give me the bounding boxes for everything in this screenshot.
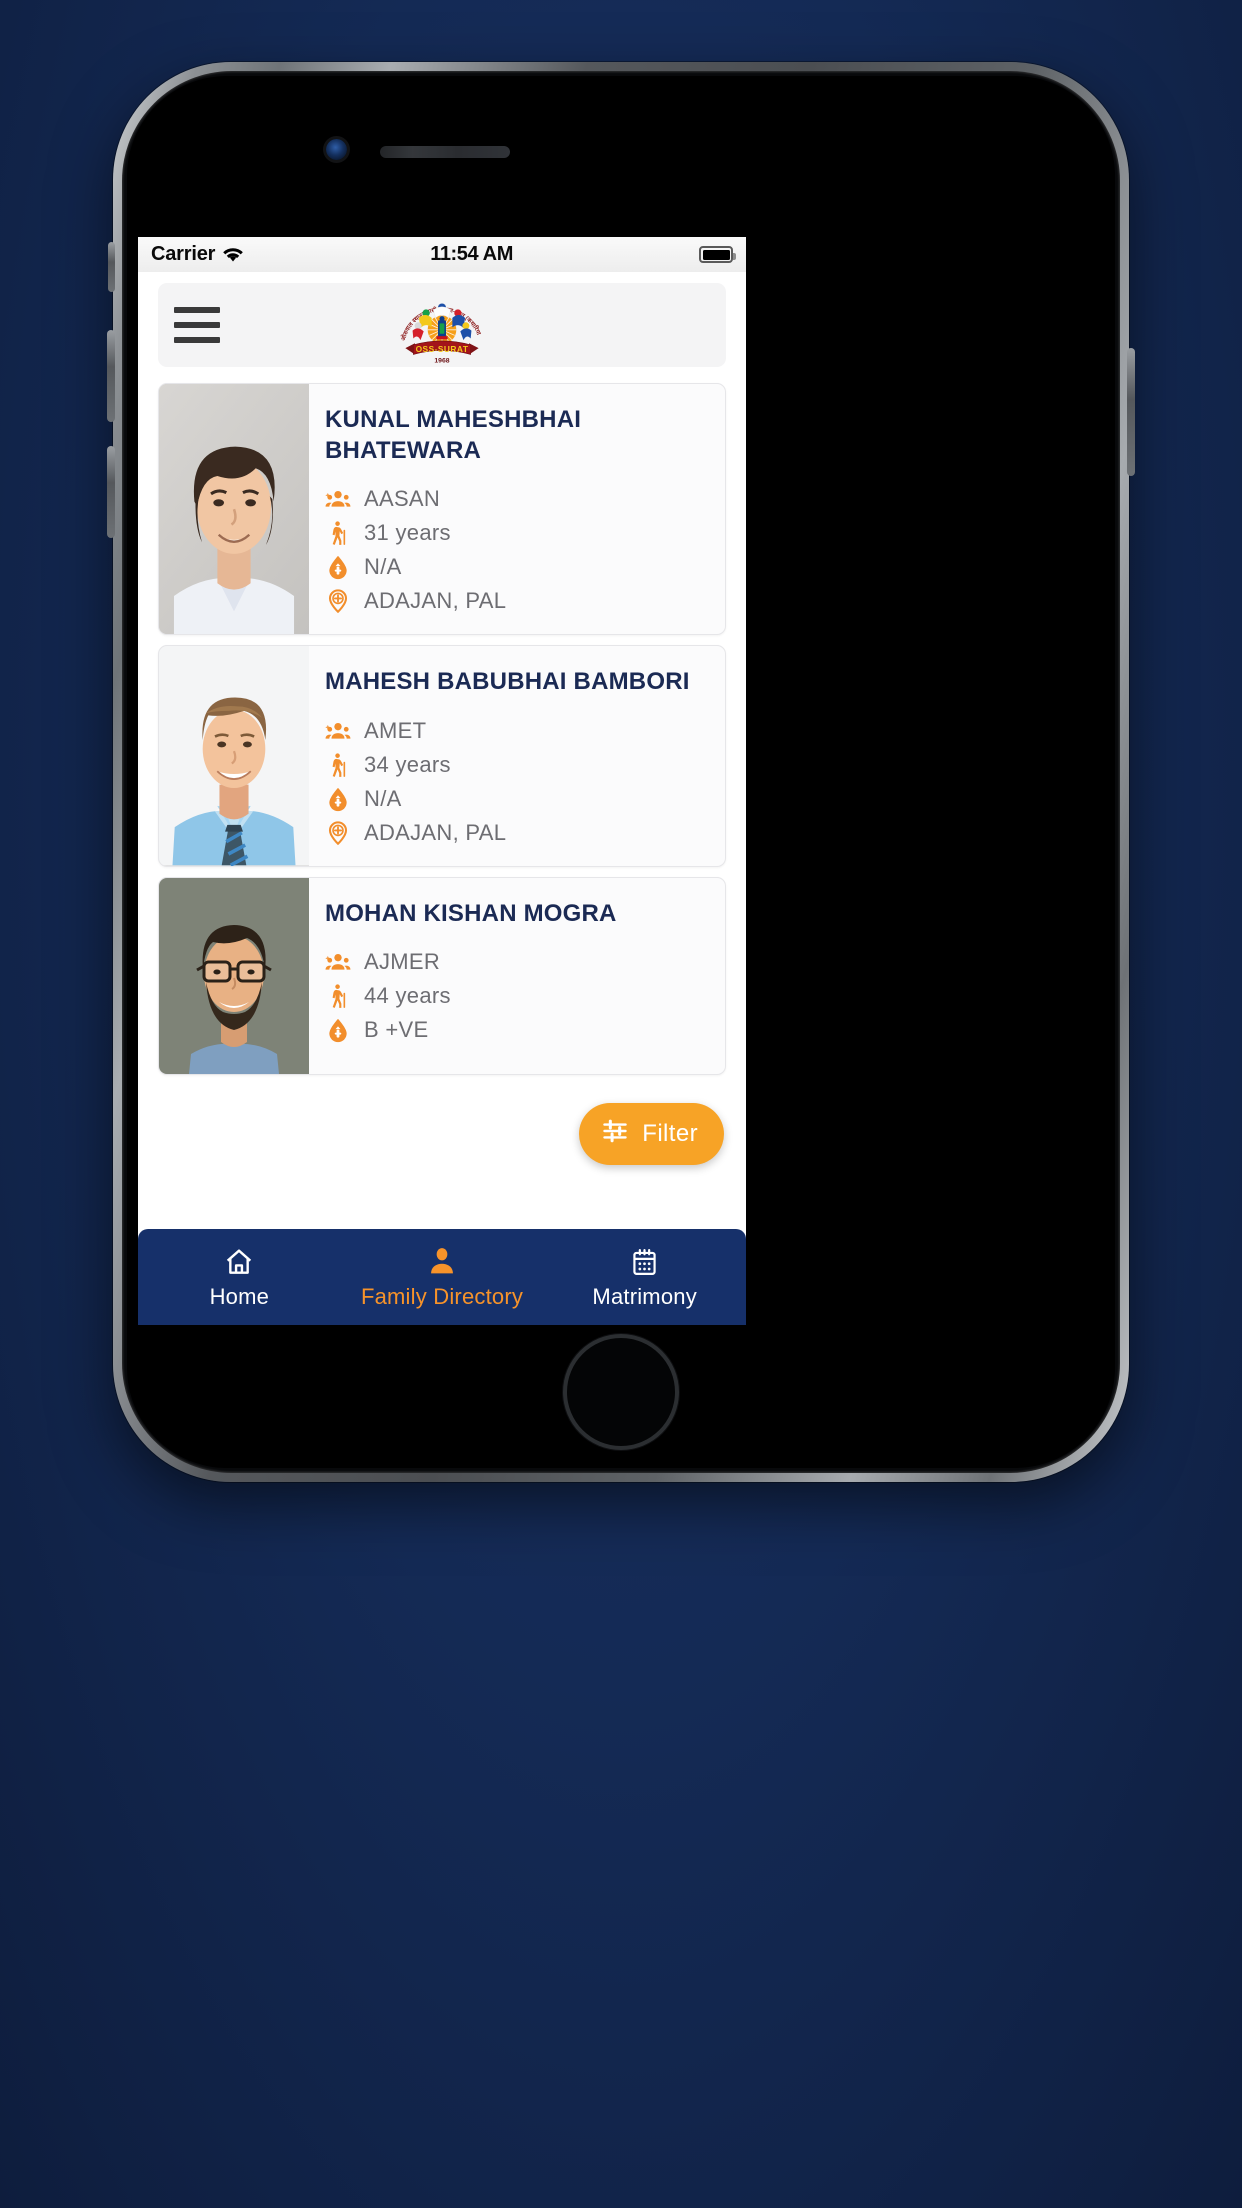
table-row[interactable]: MOHAN KISHAN MOGRA AJMER 44 years B +VE xyxy=(158,876,726,1075)
card-details: MOHAN KISHAN MOGRA AJMER 44 years B +VE xyxy=(309,878,725,1074)
status-bar-left: Carrier xyxy=(151,243,244,266)
attribute-label: AMET xyxy=(364,717,427,743)
earpiece-speaker xyxy=(380,146,510,158)
person-name: MOHAN KISHAN MOGRA xyxy=(325,899,617,927)
elderly-person-icon xyxy=(325,752,351,778)
attribute-label: N/A xyxy=(364,785,402,811)
elderly-person-icon xyxy=(325,520,351,546)
attribute-age: 31 years xyxy=(325,520,711,546)
home-button[interactable] xyxy=(563,1334,679,1450)
group-people-icon xyxy=(325,949,351,975)
location-pin-icon xyxy=(325,820,351,846)
power-button[interactable] xyxy=(1127,348,1135,476)
person-name: MAHESH BABUBHAI BAMBORI xyxy=(325,668,690,696)
table-row[interactable]: MAHESH BABUBHAI BAMBORI AMET 34 years N/… xyxy=(158,645,726,867)
nav-label: Matrimony xyxy=(592,1284,697,1309)
filter-button-label: Filter xyxy=(642,1120,698,1147)
person-icon xyxy=(426,1244,458,1278)
nav-item-family-directory[interactable]: Family Directory xyxy=(341,1244,544,1310)
blood-drop-icon xyxy=(325,1017,351,1043)
attribute-label: N/A xyxy=(364,554,402,580)
filter-button[interactable]: Filter xyxy=(579,1103,724,1165)
hamburger-menu-icon[interactable] xyxy=(174,307,220,343)
group-people-icon xyxy=(325,486,351,512)
nav-label: Family Directory xyxy=(360,1284,524,1309)
nav-item-matrimony[interactable]: Matrimony xyxy=(543,1244,746,1310)
nav-item-home[interactable]: Home xyxy=(138,1244,341,1310)
person-name: KUNAL MAHESHBHAI BHATEWARA xyxy=(325,406,582,465)
avatar xyxy=(159,384,309,635)
wifi-icon xyxy=(222,246,244,263)
attribute-blood-group: B +VE xyxy=(325,1017,711,1043)
attribute-blood-group: N/A xyxy=(325,786,711,812)
attribute-location: ADAJAN, PAL xyxy=(325,820,711,846)
attribute-age: 34 years xyxy=(325,752,711,778)
status-bar-right xyxy=(699,246,736,263)
attribute-label: AASAN xyxy=(364,486,441,512)
attribute-label: AJMER xyxy=(364,948,441,974)
status-bar: Carrier 11:54 AM xyxy=(138,237,746,272)
attribute-label: ADAJAN, PAL xyxy=(364,819,507,845)
phone-screen: Carrier 11:54 AM ओसवाल स्था ज- त (कथारिय… xyxy=(138,237,746,1325)
group-people-icon xyxy=(325,718,351,744)
svg-text:1968: 1968 xyxy=(434,357,449,364)
attribute-age: 44 years xyxy=(325,983,711,1009)
card-details: KUNAL MAHESHBHAI BHATEWARA AASAN 31 year… xyxy=(309,384,725,634)
attribute-label: 34 years xyxy=(364,751,451,777)
attribute-label: B +VE xyxy=(364,1016,429,1042)
sliders-filter-icon xyxy=(601,1117,629,1152)
attribute-location: ADAJAN, PAL xyxy=(325,588,711,614)
family-directory-list: KUNAL MAHESHBHAI BHATEWARA AASAN 31 year… xyxy=(138,367,746,1075)
attribute-label: 44 years xyxy=(364,982,451,1008)
svg-text:OSS-SURAT: OSS-SURAT xyxy=(416,344,469,354)
attribute-label: ADAJAN, PAL xyxy=(364,588,507,614)
nav-label: Home xyxy=(209,1284,270,1309)
attribute-label: 31 years xyxy=(364,520,451,546)
clock-label: 11:54 AM xyxy=(430,243,513,265)
app-content: श्री ओसवाल स्थानकवासी समाज-सूरत (कथारिया… xyxy=(138,272,746,1325)
wallpaper-background: Carrier 11:54 AM ओसवाल स्था ज- त (कथारिय… xyxy=(0,0,1242,2208)
card-details: MAHESH BABUBHAI BAMBORI AMET 34 years N/… xyxy=(309,646,725,865)
oss-surat-logo: श्री ओसवाल स्थानकवासी समाज-सूरत (कथारिया… xyxy=(390,280,490,364)
elderly-person-icon xyxy=(325,983,351,1009)
blood-drop-icon xyxy=(325,554,351,580)
front-camera-icon xyxy=(326,139,347,160)
silent-switch[interactable] xyxy=(108,242,115,292)
location-pin-icon xyxy=(325,588,351,614)
attribute-group: AJMER xyxy=(325,949,711,975)
avatar xyxy=(159,877,309,1074)
blood-drop-icon xyxy=(325,786,351,812)
home-icon xyxy=(223,1244,255,1278)
app-header: श्री ओसवाल स्थानकवासी समाज-सूरत (कथारिया… xyxy=(158,280,726,367)
avatar xyxy=(159,646,309,866)
bottom-navigation: Home Family Directory Matrimony xyxy=(138,1229,746,1325)
table-row[interactable]: KUNAL MAHESHBHAI BHATEWARA AASAN 31 year… xyxy=(158,383,726,636)
calendar-icon xyxy=(629,1244,660,1278)
attribute-blood-group: N/A xyxy=(325,554,711,580)
volume-up-button[interactable] xyxy=(107,330,115,422)
volume-down-button[interactable] xyxy=(107,446,115,538)
battery-full-icon xyxy=(699,246,736,263)
phone-device: Carrier 11:54 AM ओसवाल स्था ज- त (कथारिय… xyxy=(107,62,1135,1482)
carrier-label: Carrier xyxy=(151,243,216,265)
attribute-group: AASAN xyxy=(325,486,711,512)
attribute-group: AMET xyxy=(325,718,711,744)
